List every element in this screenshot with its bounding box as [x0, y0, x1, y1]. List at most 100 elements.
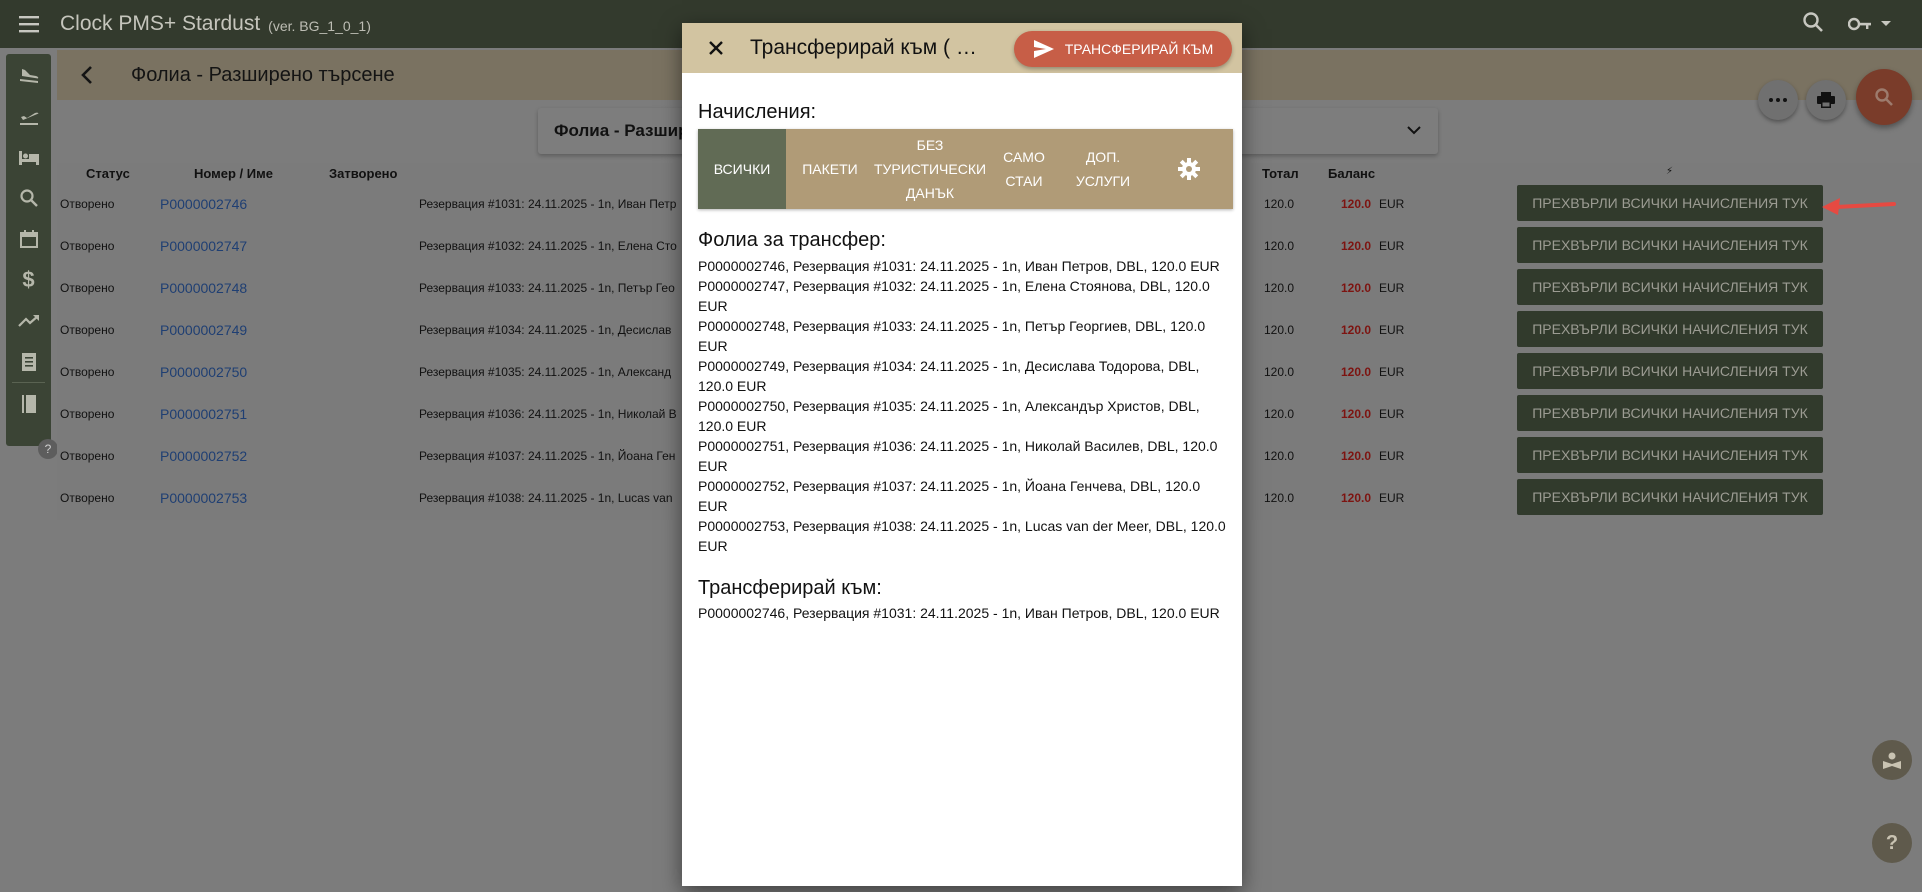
dollar-icon[interactable]: $: [6, 259, 51, 300]
more-options-button[interactable]: [1758, 80, 1798, 120]
row-balance: 120.0: [1341, 491, 1372, 505]
row-description: Резервация #1035: 24.11.2025 - 1n, Алекс…: [419, 365, 672, 379]
row-status: Отворено: [60, 239, 115, 253]
send-icon: [1033, 40, 1054, 58]
search-fab-button[interactable]: [1856, 69, 1912, 125]
tutorial-icon[interactable]: [1872, 740, 1912, 780]
tab-extra-services[interactable]: ДОП. УСЛУГИ: [1062, 129, 1144, 209]
app-version: (ver. BG_1_0_1): [268, 18, 371, 34]
row-folio-number[interactable]: P0000002751: [160, 406, 247, 422]
row-total: 120.0: [1264, 449, 1295, 463]
help-icon[interactable]: ?: [1872, 823, 1912, 863]
book-icon[interactable]: [6, 383, 51, 424]
side-navigation: $: [6, 54, 51, 446]
row-folio-number[interactable]: P0000002748: [160, 280, 247, 296]
row-balance: 120.0: [1341, 449, 1372, 463]
arrivals-icon[interactable]: [6, 54, 51, 95]
tab-no-tourist-tax[interactable]: БЕЗ ТУРИСТИЧЕСКИ ДАНЪК: [874, 129, 986, 209]
row-description: Резервация #1031: 24.11.2025 - 1n, Иван …: [419, 197, 677, 211]
row-status: Отворено: [60, 365, 115, 379]
row-currency: EUR: [1379, 491, 1405, 505]
charges-tabs: ВСИЧКИ ПАКЕТИ БЕЗ ТУРИСТИЧЕСКИ ДАНЪК САМ…: [698, 129, 1233, 209]
row-description: Резервация #1033: 24.11.2025 - 1n, Петър…: [419, 281, 675, 295]
row-balance: 120.0: [1341, 281, 1372, 295]
transfer-all-charges-here-button[interactable]: ПРЕХВЪРЛИ ВСИЧКИ НАЧИСЛЕНИЯ ТУК: [1517, 311, 1823, 347]
search-icon[interactable]: [1802, 11, 1824, 38]
folio-list-item: P0000002746, Резервация #1031: 24.11.202…: [698, 258, 1220, 274]
print-button[interactable]: [1806, 80, 1846, 120]
row-total: 120.0: [1264, 239, 1295, 253]
bed-icon[interactable]: [6, 136, 51, 177]
transfer-all-charges-here-button[interactable]: ПРЕХВЪРЛИ ВСИЧКИ НАЧИСЛЕНИЯ ТУК: [1517, 353, 1823, 389]
departures-icon[interactable]: [6, 95, 51, 136]
row-folio-number[interactable]: P0000002749: [160, 322, 247, 338]
row-currency: EUR: [1379, 239, 1405, 253]
folio-list-item: P0000002753, Резервация #1038: 24.11.202…: [698, 518, 1226, 554]
row-balance: 120.0: [1341, 323, 1372, 337]
row-currency: EUR: [1379, 281, 1405, 295]
search-icon[interactable]: [6, 177, 51, 218]
row-total: 120.0: [1264, 197, 1295, 211]
row-total: 120.0: [1264, 407, 1295, 421]
row-folio-number[interactable]: P0000002753: [160, 490, 247, 506]
row-status: Отворено: [60, 281, 115, 295]
transfer-to-label: ТРАНСФЕРИРАЙ КЪМ: [1064, 41, 1214, 57]
header-balance[interactable]: Баланс: [1328, 166, 1375, 181]
folios-title: Фолиа за трансфер:: [698, 229, 886, 251]
help-icon[interactable]: ?: [38, 439, 58, 459]
key-icon[interactable]: [1848, 17, 1892, 31]
annotation-arrow: [1822, 198, 1896, 215]
dialog-title: Трансферирай към ( В...: [750, 36, 986, 59]
calendar-icon[interactable]: [6, 218, 51, 259]
row-folio-number[interactable]: P0000002752: [160, 448, 247, 464]
app-title: Clock PMS+ Stardust: [60, 12, 261, 35]
row-folio-number[interactable]: P0000002747: [160, 238, 247, 254]
row-status: Отворено: [60, 449, 115, 463]
transfer-to-button[interactable]: ТРАНСФЕРИРАЙ КЪМ: [1014, 31, 1232, 67]
transfer-all-charges-here-button[interactable]: ПРЕХВЪРЛИ ВСИЧКИ НАЧИСЛЕНИЯ ТУК: [1517, 227, 1823, 263]
transfer-all-charges-here-button[interactable]: ПРЕХВЪРЛИ ВСИЧКИ НАЧИСЛЕНИЯ ТУК: [1517, 269, 1823, 305]
row-description: Резервация #1037: 24.11.2025 - 1n, Йоана…: [419, 449, 676, 463]
folios-list: P0000002746, Резервация #1031: 24.11.202…: [698, 256, 1228, 556]
row-balance: 120.0: [1341, 365, 1372, 379]
gear-icon[interactable]: [1144, 129, 1233, 209]
trending-up-icon[interactable]: [6, 300, 51, 341]
transfer-target-title: Трансферирай към:: [698, 577, 882, 599]
menu-icon[interactable]: [0, 0, 60, 48]
transfer-all-charges-here-button[interactable]: ПРЕХВЪРЛИ ВСИЧКИ НАЧИСЛЕНИЯ ТУК: [1517, 437, 1823, 473]
dialog-header: Трансферирай към ( В... ТРАНСФЕРИРАЙ КЪМ: [682, 23, 1242, 73]
row-status: Отворено: [60, 491, 115, 505]
row-balance: 120.0: [1341, 197, 1372, 211]
row-total: 120.0: [1264, 281, 1295, 295]
page-title: Фолиа - Разширено търсене: [131, 63, 395, 86]
row-description: Резервация #1034: 24.11.2025 - 1n, Десис…: [419, 323, 672, 337]
transfer-all-charges-here-button[interactable]: ПРЕХВЪРЛИ ВСИЧКИ НАЧИСЛЕНИЯ ТУК: [1517, 185, 1823, 221]
header-status[interactable]: Статус: [86, 166, 130, 181]
chevron-down-icon[interactable]: [1406, 122, 1422, 138]
row-currency: EUR: [1379, 197, 1405, 211]
back-arrow-icon[interactable]: [61, 50, 113, 100]
transfer-all-charges-here-button[interactable]: ПРЕХВЪРЛИ ВСИЧКИ НАЧИСЛЕНИЯ ТУК: [1517, 479, 1823, 515]
folio-list-item: P0000002752, Резервация #1037: 24.11.202…: [698, 478, 1201, 514]
chevron-down-icon: [1881, 21, 1891, 26]
folio-list-item: P0000002747, Резервация #1032: 24.11.202…: [698, 278, 1210, 314]
folio-list-item: P0000002750, Резервация #1035: 24.11.202…: [698, 398, 1200, 434]
close-icon[interactable]: [691, 23, 741, 73]
row-folio-number[interactable]: P0000002750: [160, 364, 247, 380]
row-description: Резервация #1036: 24.11.2025 - 1n, Никол…: [419, 407, 677, 421]
tab-rooms-only[interactable]: САМО СТАИ: [986, 129, 1062, 209]
row-status: Отворено: [60, 323, 115, 337]
transfer-all-charges-here-button[interactable]: ПРЕХВЪРЛИ ВСИЧКИ НАЧИСЛЕНИЯ ТУК: [1517, 395, 1823, 431]
header-number[interactable]: Номер / Име: [194, 166, 273, 181]
row-total: 120.0: [1264, 491, 1295, 505]
header-closed[interactable]: Затворено: [329, 166, 397, 181]
row-currency: EUR: [1379, 407, 1405, 421]
receipt-icon[interactable]: [6, 341, 51, 382]
row-balance: 120.0: [1341, 239, 1372, 253]
header-total[interactable]: Тотал: [1262, 166, 1299, 181]
row-folio-number[interactable]: P0000002746: [160, 196, 247, 212]
tab-packages[interactable]: ПАКЕТИ: [786, 129, 874, 209]
transfer-dialog: Трансферирай към ( В... ТРАНСФЕРИРАЙ КЪМ…: [682, 23, 1242, 886]
folio-list-item: P0000002751, Резервация #1036: 24.11.202…: [698, 438, 1218, 474]
tab-all[interactable]: ВСИЧКИ: [698, 129, 786, 209]
